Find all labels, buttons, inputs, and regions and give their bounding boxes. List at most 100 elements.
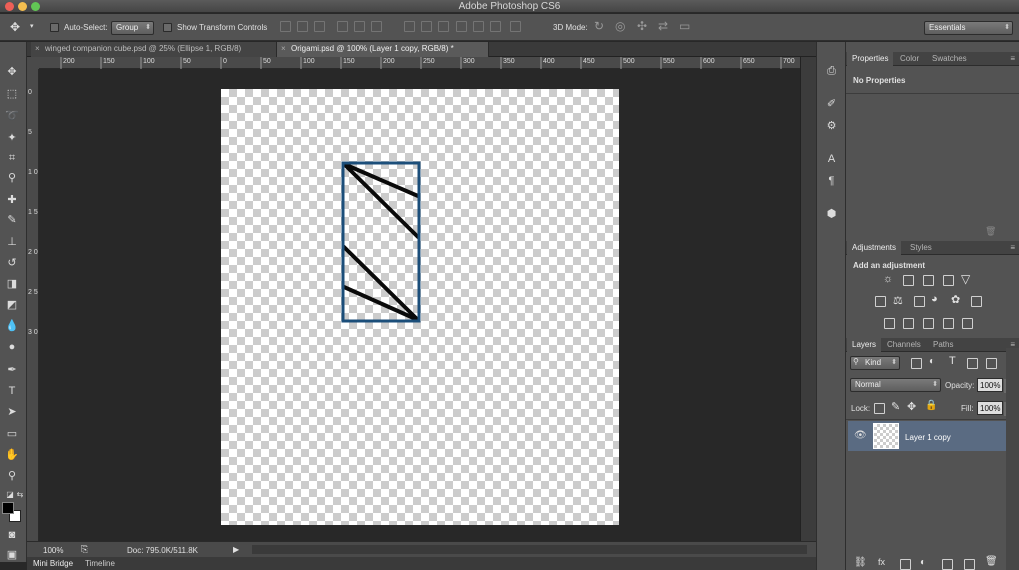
tab-styles[interactable]: Styles bbox=[905, 241, 937, 255]
dodge-tool-icon[interactable]: ● bbox=[4, 339, 20, 355]
fill-input[interactable]: 100% bbox=[977, 401, 1003, 415]
lock-transparent-icon[interactable] bbox=[874, 403, 885, 414]
tab-layers[interactable]: Layers bbox=[847, 338, 882, 352]
character-icon[interactable]: A bbox=[824, 152, 839, 167]
filter-shape-icon[interactable] bbox=[967, 358, 978, 369]
3d-slide-icon[interactable]: ⇄ bbox=[658, 19, 668, 33]
tab-properties[interactable]: Properties bbox=[847, 52, 894, 66]
workspace-dropdown[interactable]: Essentials bbox=[924, 21, 1013, 35]
link-layers-icon[interactable]: ⛓ bbox=[854, 557, 867, 568]
horizontal-ruler[interactable]: 200 150 100 50 0 50 100 150 200 250 300 … bbox=[39, 57, 800, 69]
tab-mini-bridge[interactable]: Mini Bridge bbox=[33, 559, 73, 568]
move-tool-icon[interactable]: ✥ bbox=[10, 20, 20, 34]
hand-tool-icon[interactable]: ✋ bbox=[4, 447, 20, 463]
document-canvas[interactable] bbox=[221, 89, 619, 525]
3d-rotate-icon[interactable]: ↻ bbox=[594, 19, 604, 33]
tab-swatches[interactable]: Swatches bbox=[927, 52, 972, 66]
align-top-icon[interactable] bbox=[280, 21, 291, 32]
horizontal-scrollbar[interactable] bbox=[252, 545, 807, 554]
history-icon[interactable]: ⎙ bbox=[824, 64, 839, 79]
panel-menu-icon[interactable]: ≡ bbox=[1010, 243, 1015, 252]
blend-mode-dropdown[interactable]: Normal bbox=[850, 378, 941, 392]
status-menu-arrow-icon[interactable]: ▶ bbox=[233, 545, 239, 554]
distribute-hcenter-icon[interactable] bbox=[473, 21, 484, 32]
history-brush-tool-icon[interactable]: ↺ bbox=[4, 255, 20, 271]
selective-color-icon[interactable] bbox=[962, 318, 973, 329]
pen-tool-icon[interactable]: ✒ bbox=[4, 362, 20, 378]
lasso-tool-icon[interactable]: ➰ bbox=[4, 108, 20, 124]
auto-align-icon[interactable] bbox=[510, 21, 521, 32]
tab-color[interactable]: Color bbox=[895, 52, 924, 66]
foreground-color-swatch[interactable] bbox=[2, 502, 14, 514]
blur-tool-icon[interactable]: 💧 bbox=[4, 318, 20, 334]
auto-select-dropdown[interactable]: Group bbox=[111, 21, 154, 35]
zoom-level[interactable]: 100% bbox=[43, 546, 63, 555]
distribute-left-icon[interactable] bbox=[456, 21, 467, 32]
opacity-input[interactable]: 100% bbox=[977, 378, 1003, 392]
tab-timeline[interactable]: Timeline bbox=[85, 559, 115, 568]
eye-icon[interactable]: 👁 bbox=[854, 430, 867, 441]
layer-row[interactable]: 👁 Layer 1 copy bbox=[848, 421, 1006, 451]
zoom-tool-icon[interactable]: ⚲ bbox=[4, 468, 20, 484]
gradient-map-icon[interactable] bbox=[943, 318, 954, 329]
exposure-icon[interactable] bbox=[943, 275, 954, 286]
3d-pan-icon[interactable]: ✣ bbox=[637, 19, 647, 33]
posterize-icon[interactable] bbox=[903, 318, 914, 329]
vibrance-icon[interactable]: ▽ bbox=[961, 272, 970, 286]
align-left-icon[interactable] bbox=[337, 21, 348, 32]
type-tool-icon[interactable]: T bbox=[4, 383, 20, 399]
filter-type-icon[interactable]: T bbox=[949, 355, 956, 367]
brush-presets-icon[interactable]: ✐ bbox=[824, 97, 839, 112]
share-icon[interactable]: ⎘ bbox=[81, 544, 88, 555]
photo-filter-icon[interactable]: ◕ bbox=[931, 293, 938, 305]
paragraph-icon[interactable]: ¶ bbox=[824, 174, 839, 189]
distribute-top-icon[interactable] bbox=[404, 21, 415, 32]
color-balance-icon[interactable]: ⚖ bbox=[893, 294, 903, 307]
black-white-icon[interactable] bbox=[914, 296, 925, 307]
color-lookup-icon[interactable] bbox=[971, 296, 982, 307]
3d-scale-icon[interactable]: ▭ bbox=[679, 19, 690, 33]
lock-all-icon[interactable]: 🔒 bbox=[925, 400, 937, 411]
gradient-tool-icon[interactable]: ◩ bbox=[4, 297, 20, 313]
filter-adjustment-icon[interactable]: ◐ bbox=[929, 356, 935, 367]
screen-mode-icon[interactable]: ▣ bbox=[4, 547, 20, 563]
vertical-scrollbar[interactable] bbox=[800, 57, 816, 541]
tool-preset-chevron-icon[interactable]: ▾ bbox=[30, 22, 34, 30]
vertical-ruler[interactable]: 0 5 1 0 1 5 2 0 2 5 3 0 bbox=[27, 69, 39, 541]
quick-mask-icon[interactable]: ◙ bbox=[4, 527, 20, 543]
path-select-tool-icon[interactable]: ➤ bbox=[4, 404, 20, 420]
align-bottom-icon[interactable] bbox=[314, 21, 325, 32]
tab-origami[interactable]: × Origami.psd @ 100% (Layer 1 copy, RGB/… bbox=[277, 42, 489, 57]
filter-smart-object-icon[interactable] bbox=[986, 358, 997, 369]
align-right-icon[interactable] bbox=[371, 21, 382, 32]
eyedropper-tool-icon[interactable]: ⚲ bbox=[4, 170, 20, 186]
align-vcenter-icon[interactable] bbox=[297, 21, 308, 32]
brush-tool-icon[interactable]: ✎ bbox=[4, 212, 20, 228]
swap-colors-icon[interactable]: ⇆ bbox=[12, 487, 28, 503]
close-tab-icon[interactable]: × bbox=[35, 42, 40, 56]
lock-position-icon[interactable]: ✥ bbox=[907, 400, 916, 413]
distribute-bottom-icon[interactable] bbox=[438, 21, 449, 32]
layer-name[interactable]: Layer 1 copy bbox=[905, 433, 951, 442]
new-layer-icon[interactable] bbox=[964, 559, 975, 570]
3d-panel-icon[interactable]: ⬢ bbox=[824, 207, 839, 222]
threshold-icon[interactable] bbox=[923, 318, 934, 329]
tab-paths[interactable]: Paths bbox=[928, 338, 958, 352]
marquee-tool-icon[interactable]: ⬚ bbox=[4, 86, 20, 102]
panel-menu-icon[interactable]: ≡ bbox=[1010, 54, 1015, 63]
distribute-right-icon[interactable] bbox=[490, 21, 501, 32]
quick-select-tool-icon[interactable]: ✦ bbox=[4, 130, 20, 146]
levels-icon[interactable] bbox=[903, 275, 914, 286]
new-group-icon[interactable] bbox=[942, 559, 953, 570]
transform-controls-checkbox[interactable] bbox=[163, 23, 172, 32]
healing-brush-tool-icon[interactable]: ✚ bbox=[4, 192, 20, 208]
tab-channels[interactable]: Channels bbox=[882, 338, 926, 352]
3d-roll-icon[interactable]: ◎ bbox=[615, 19, 625, 33]
layer-style-icon[interactable]: fx bbox=[878, 557, 885, 567]
invert-icon[interactable] bbox=[884, 318, 895, 329]
lock-image-icon[interactable]: ✎ bbox=[891, 400, 900, 413]
tab-winged-companion-cube[interactable]: × winged companion cube.psd @ 25% (Ellip… bbox=[31, 42, 277, 57]
delete-layer-icon[interactable]: 🗑 bbox=[985, 556, 998, 567]
crop-tool-icon[interactable]: ⌗ bbox=[4, 150, 20, 166]
close-tab-icon[interactable]: × bbox=[281, 42, 286, 56]
